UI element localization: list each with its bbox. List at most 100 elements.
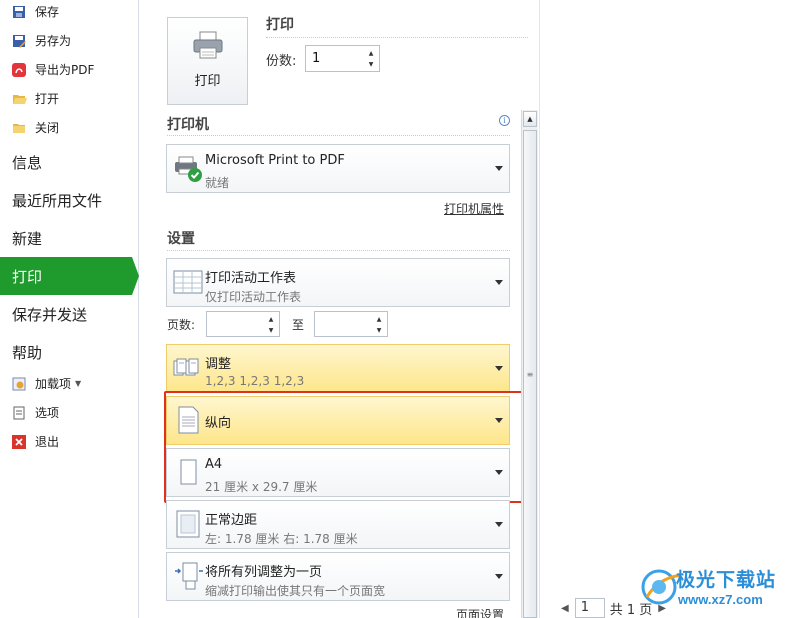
print-preview-area: [541, 0, 791, 618]
divider: [167, 250, 510, 251]
nav-print-label: 打印: [12, 267, 43, 286]
print-button[interactable]: 打印: [167, 17, 248, 105]
chevron-down-icon: [495, 365, 503, 371]
nav-new[interactable]: 新建: [0, 219, 139, 257]
printer-ready-icon: [173, 153, 203, 183]
printer-section-title: 打印机: [167, 117, 209, 133]
fit-columns-icon: [173, 561, 203, 591]
divider: [266, 37, 528, 38]
stepper-down-icon[interactable]: ▼: [374, 325, 384, 336]
printer-select[interactable]: Microsoft Print to PDF 就绪: [166, 144, 510, 193]
nav-save-as[interactable]: 另存为: [0, 26, 139, 55]
prev-page-icon[interactable]: ◀: [561, 603, 569, 614]
vertical-scrollbar[interactable]: ▲ ≡: [521, 110, 538, 618]
copies-value: 1: [312, 51, 321, 66]
print-what-select[interactable]: 打印活动工作表 仅打印活动工作表: [166, 258, 510, 307]
stepper-arrows[interactable]: ▲ ▼: [366, 48, 376, 69]
nav-new-label: 新建: [12, 229, 43, 248]
nav-save-label: 保存: [35, 5, 60, 19]
nav-save-send-label: 保存并发送: [12, 305, 88, 324]
nav-addins-label: 加载项: [35, 377, 72, 391]
collate-subtitle: 1,2,3 1,2,3 1,2,3: [205, 374, 305, 388]
print-section-title: 打印: [266, 17, 294, 33]
nav-open[interactable]: 打开: [0, 84, 139, 113]
scaling-subtitle: 缩减打印输出使其只有一个页面宽: [205, 584, 386, 598]
nav-exit[interactable]: 退出: [0, 427, 139, 456]
pages-label: 页数:: [167, 318, 196, 332]
scaling-select[interactable]: 将所有列调整为一页 缩减打印输出使其只有一个页面宽: [166, 552, 510, 601]
nav-options[interactable]: 选项: [0, 398, 139, 427]
backstage-nav: 保存 另存为 导出为PDF 打开 关闭 信息 最近所用文件 新建 打印 保存并发…: [0, 0, 139, 618]
nav-print[interactable]: 打印: [0, 257, 139, 295]
to-label: 至: [292, 318, 305, 332]
printer-properties-link[interactable]: 打印机属性: [444, 200, 504, 217]
margins-subtitle: 左: 1.78 厘米 右: 1.78 厘米: [205, 532, 358, 546]
pages-from-stepper[interactable]: ▲ ▼: [206, 311, 280, 337]
watermark-text: 极光下载站: [676, 569, 777, 591]
printer-status: 就绪: [205, 176, 230, 190]
pages-to-stepper[interactable]: ▲ ▼: [314, 311, 388, 337]
exit-icon: [11, 434, 27, 450]
stepper-up-icon[interactable]: ▲: [266, 314, 276, 325]
options-icon: [11, 405, 27, 421]
scaling-title: 将所有列调整为一页: [205, 565, 323, 580]
margins-title: 正常边距: [205, 513, 258, 528]
collate-title: 调整: [205, 357, 232, 372]
nav-exit-label: 退出: [35, 435, 60, 449]
watermark-url: www.xz7.com: [678, 592, 763, 607]
nav-open-label: 打开: [35, 92, 60, 106]
divider: [167, 135, 510, 136]
margins-select[interactable]: 正常边距 左: 1.78 厘米 右: 1.78 厘米: [166, 500, 510, 549]
chevron-down-icon: [495, 521, 503, 527]
nav-save-send[interactable]: 保存并发送: [0, 295, 139, 333]
save-as-icon: [11, 33, 27, 49]
nav-save-as-label: 另存为: [35, 34, 72, 48]
info-icon[interactable]: i: [499, 115, 510, 126]
nav-help-label: 帮助: [12, 343, 43, 362]
stepper-arrows[interactable]: ▲ ▼: [266, 314, 276, 334]
chevron-down-icon: [495, 165, 503, 171]
chevron-down-icon: [495, 279, 503, 285]
nav-close[interactable]: 关闭: [0, 113, 139, 142]
page-number-input[interactable]: 1: [574, 598, 605, 618]
settings-section-title: 设置: [167, 231, 195, 247]
highlight-box: [164, 391, 525, 503]
stepper-up-icon[interactable]: ▲: [374, 314, 384, 325]
save-icon: [11, 4, 27, 20]
nav-recent-label: 最近所用文件: [12, 191, 103, 210]
collate-icon: [173, 353, 203, 383]
nav-save[interactable]: 保存: [0, 0, 139, 26]
copies-stepper[interactable]: 1 ▲ ▼: [305, 45, 380, 72]
nav-info-label: 信息: [12, 153, 43, 172]
margins-icon: [173, 509, 203, 539]
copies-label: 份数:: [266, 54, 297, 69]
nav-info[interactable]: 信息: [0, 143, 139, 181]
addins-icon: [11, 376, 27, 392]
print-button-label: 打印: [194, 74, 221, 89]
nav-export-pdf-label: 导出为PDF: [35, 63, 95, 77]
collate-select[interactable]: 调整 1,2,3 1,2,3 1,2,3: [166, 344, 510, 393]
printer-icon: [192, 30, 224, 64]
stepper-arrows[interactable]: ▲ ▼: [374, 314, 384, 334]
print-what-title: 打印活动工作表: [205, 271, 297, 286]
folder-open-icon: [11, 91, 27, 107]
nav-close-label: 关闭: [35, 121, 60, 135]
stepper-down-icon[interactable]: ▼: [366, 59, 376, 70]
worksheet-icon: [173, 267, 203, 297]
folder-close-icon: [11, 120, 27, 136]
scroll-thumb[interactable]: ≡: [523, 130, 537, 618]
print-what-subtitle: 仅打印活动工作表: [205, 290, 302, 304]
nav-addins[interactable]: 加载项 ▼: [0, 369, 139, 398]
chevron-down-icon: [495, 573, 503, 579]
stepper-up-icon[interactable]: ▲: [366, 48, 376, 59]
page-setup-link[interactable]: 页面设置: [456, 606, 504, 618]
nav-help[interactable]: 帮助: [0, 333, 139, 371]
pdf-icon: [11, 62, 27, 78]
nav-export-pdf[interactable]: 导出为PDF: [0, 55, 139, 84]
chevron-down-icon: ▼: [75, 379, 82, 388]
nav-recent[interactable]: 最近所用文件: [0, 181, 139, 219]
stepper-down-icon[interactable]: ▼: [266, 325, 276, 336]
printer-name: Microsoft Print to PDF: [205, 153, 345, 168]
nav-options-label: 选项: [35, 406, 60, 420]
scroll-up-icon[interactable]: ▲: [523, 111, 537, 127]
